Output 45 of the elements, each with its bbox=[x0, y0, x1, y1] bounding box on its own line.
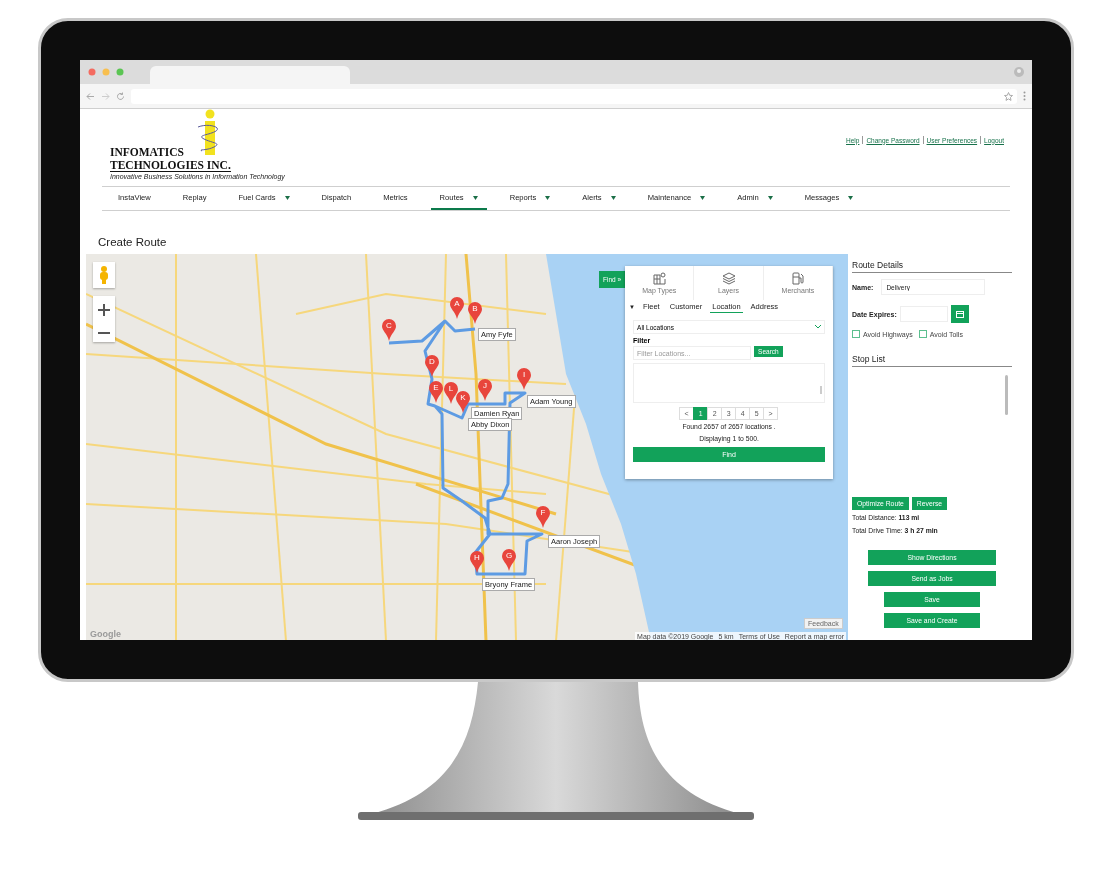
map-icon bbox=[652, 272, 666, 285]
map-marker[interactable]: K bbox=[456, 391, 470, 413]
map-marker[interactable]: H bbox=[470, 551, 484, 573]
page-title: Create Route bbox=[98, 236, 167, 248]
browser-tab[interactable] bbox=[150, 66, 350, 84]
map-marker[interactable]: G bbox=[502, 549, 516, 571]
scrollbar-thumb[interactable] bbox=[820, 386, 823, 394]
map-marker[interactable]: D bbox=[425, 355, 439, 377]
map-marker[interactable]: L bbox=[444, 382, 458, 404]
window-controls-icon[interactable] bbox=[88, 68, 124, 76]
caret-icon bbox=[610, 195, 616, 200]
zoom-in-icon[interactable] bbox=[98, 304, 110, 316]
map-logo: Google bbox=[90, 629, 121, 639]
map-marker[interactable]: B bbox=[468, 302, 482, 324]
chevron-icon bbox=[815, 325, 822, 329]
layers-icon bbox=[721, 272, 736, 285]
section-title: Stop List bbox=[852, 348, 1012, 367]
calendar-button[interactable] bbox=[950, 305, 969, 323]
caret-icon bbox=[284, 195, 290, 200]
profile-icon[interactable] bbox=[1014, 67, 1024, 77]
map-marker[interactable]: J bbox=[478, 379, 492, 401]
forward-icon[interactable] bbox=[101, 91, 110, 101]
caret-icon bbox=[545, 195, 551, 200]
map-marker[interactable]: A bbox=[450, 297, 464, 319]
map-marker[interactable]: C bbox=[382, 319, 396, 341]
map-marker[interactable]: E bbox=[429, 381, 443, 403]
caret-icon bbox=[472, 195, 478, 200]
logo-text: INFOMATICS bbox=[110, 146, 184, 158]
caret-icon bbox=[848, 195, 854, 200]
map-marker[interactable]: F bbox=[536, 506, 550, 528]
reload-icon[interactable] bbox=[116, 91, 125, 101]
map-marker[interactable]: I bbox=[517, 368, 531, 390]
back-icon[interactable] bbox=[86, 91, 95, 101]
caret-icon bbox=[700, 195, 706, 200]
logo-text: TECHNOLOGIES INC. bbox=[110, 159, 231, 172]
menu-icon[interactable] bbox=[1023, 91, 1026, 101]
star-icon[interactable] bbox=[1004, 91, 1013, 101]
address-bar[interactable] bbox=[131, 88, 1017, 104]
caret-icon bbox=[767, 195, 773, 200]
scrollbar-thumb[interactable] bbox=[1005, 375, 1008, 415]
section-title: Route Details bbox=[852, 254, 1012, 273]
calendar-icon bbox=[955, 310, 964, 318]
street-view-button[interactable] bbox=[93, 262, 115, 288]
fuel-pump-icon bbox=[791, 272, 804, 285]
person-icon bbox=[99, 266, 109, 284]
